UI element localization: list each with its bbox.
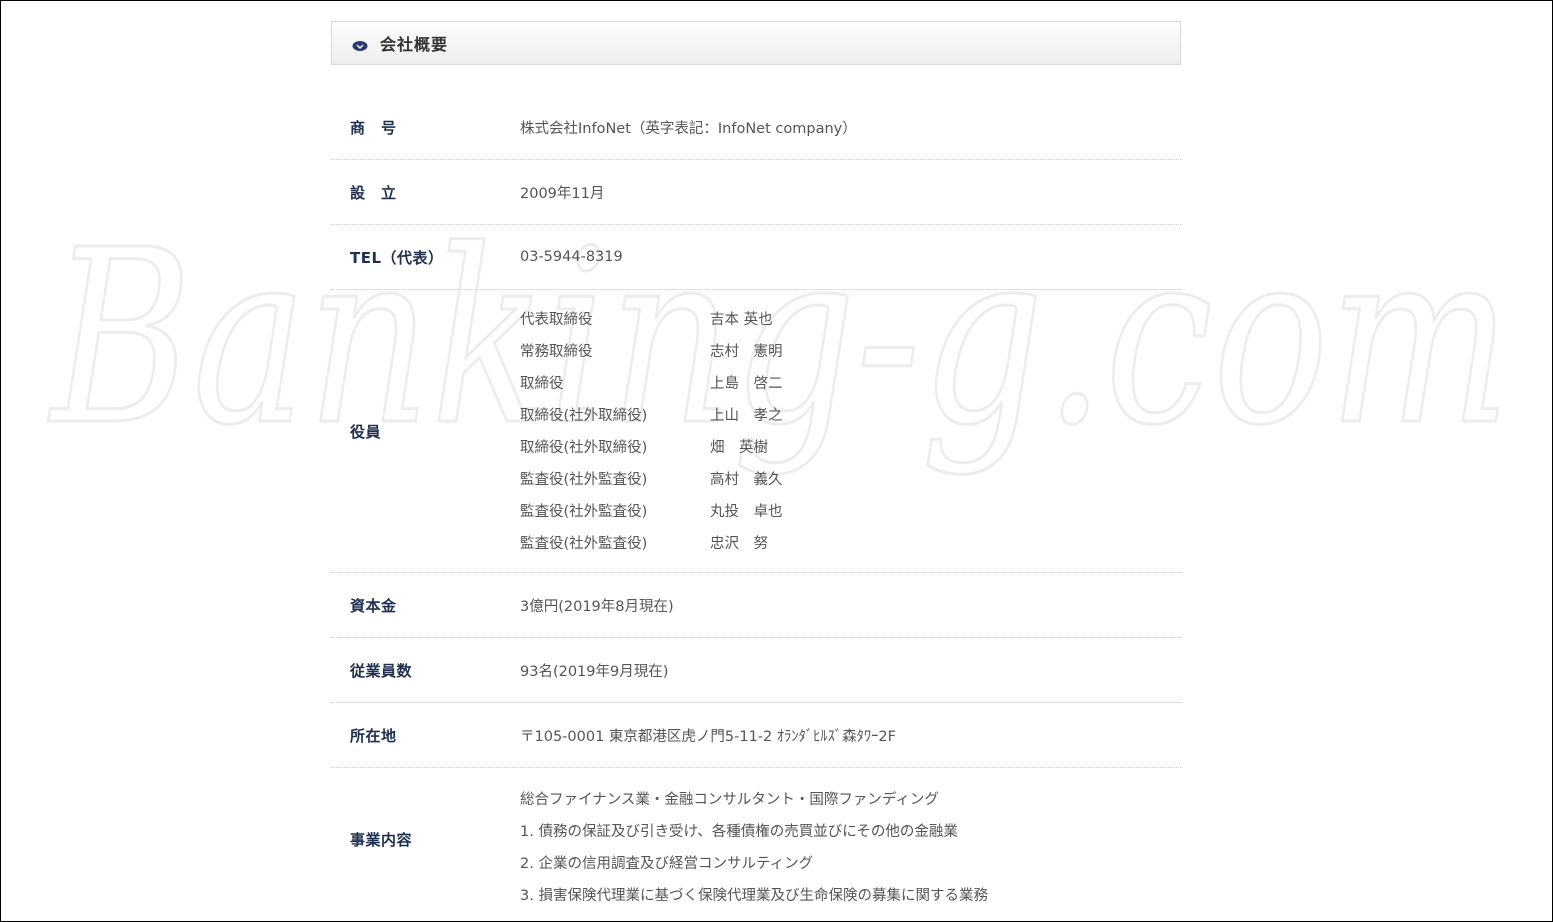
officer-title: 監査役(社外監査役) [520, 535, 648, 552]
officer-name: 忠沢 努 [710, 535, 768, 552]
row-value: 株式会社InfoNet（英字表記：InfoNet company） [520, 120, 857, 137]
company-profile: 会社概要 商 号 株式会社InfoNet（英字表記：InfoNet compan… [331, 21, 1181, 910]
row-value: 〒105-0001 東京都港区虎ノ門5-11-2 ｵﾗﾝﾀﾞﾋﾙｽﾞ森ﾀﾜｰ2F [520, 728, 896, 745]
officer-name: 高村 義久 [710, 471, 783, 488]
table-row-name: 商 号 株式会社InfoNet（英字表記：InfoNet company） [331, 95, 1181, 160]
row-value: 03-5944-8319 [520, 249, 623, 265]
chevron-down-badge-icon [352, 37, 368, 51]
officer-item: 取締役(社外取締役) 上山 孝之 [520, 398, 783, 430]
officer-name: 上山 孝之 [710, 407, 783, 424]
officer-title: 取締役(社外取締役) [520, 439, 648, 456]
officer-item: 常務取締役 志村 憲明 [520, 334, 783, 366]
table-row-address: 所在地 〒105-0001 東京都港区虎ノ門5-11-2 ｵﾗﾝﾀﾞﾋﾙｽﾞ森ﾀ… [331, 703, 1181, 768]
officer-name: 上島 啓二 [710, 375, 783, 392]
officer-name: 丸投 卓也 [710, 503, 783, 520]
table-row-tel: TEL（代表） 03-5944-8319 [331, 225, 1181, 290]
row-value: 2009年11月 [520, 185, 605, 202]
officer-name: 吉本 英也 [710, 311, 773, 328]
officer-title: 監査役(社外監査役) [520, 471, 648, 488]
row-label: TEL（代表） [350, 248, 444, 267]
business-item: 2. 企業の信用調査及び経営コンサルティング [520, 855, 814, 872]
officer-title: 代表取締役 [520, 311, 593, 328]
section-title: 会社概要 [380, 35, 449, 54]
business-item: 3. 損害保険代理業に基づく保険代理業及び生命保険の募集に関する業務 [520, 887, 988, 904]
row-label: 所在地 [350, 726, 397, 745]
officer-item: 監査役(社外監査役) 丸投 卓也 [520, 494, 783, 526]
table-row-capital: 資本金 3億円(2019年8月現在) [331, 573, 1181, 638]
officer-title: 取締役 [520, 375, 564, 392]
business-item: 1. 債務の保証及び引き受け、各種債権の売買並びにその他の金融業 [520, 823, 958, 840]
officer-name: 志村 憲明 [710, 343, 783, 360]
officer-list: 代表取締役 吉本 英也 常務取締役 志村 憲明 取締役 上島 啓二 取締役(社外取締役… [520, 290, 783, 572]
row-value: 3億円(2019年8月現在) [520, 598, 674, 615]
officer-name: 畑 英樹 [710, 439, 768, 456]
table-row-officers: 役員 代表取締役 吉本 英也 常務取締役 志村 憲明 取締役 上島 啓二 取締役(社外… [331, 290, 1181, 573]
info-table: 商 号 株式会社InfoNet（英字表記：InfoNet company） 設 … [331, 95, 1181, 910]
row-label: 事業内容 [350, 830, 413, 849]
officer-title: 監査役(社外監査役) [520, 503, 648, 520]
business-list: 総合ファイナンス業・金融コンサルタント・国際ファンディング 1. 債務の保証及び… [520, 768, 988, 910]
row-label: 設 立 [350, 183, 397, 202]
table-row-business: 事業内容 総合ファイナンス業・金融コンサルタント・国際ファンディング 1. 債務… [331, 768, 1181, 910]
officer-item: 取締役 上島 啓二 [520, 366, 783, 398]
row-label: 資本金 [350, 596, 397, 615]
officer-title: 常務取締役 [520, 343, 593, 360]
officer-item: 取締役(社外取締役) 畑 英樹 [520, 430, 783, 462]
row-label: 役員 [350, 422, 382, 441]
officer-item: 代表取締役 吉本 英也 [520, 302, 783, 334]
row-label: 従業員数 [350, 661, 413, 680]
section-header: 会社概要 [331, 21, 1181, 65]
officer-item: 監査役(社外監査役) 忠沢 努 [520, 526, 783, 558]
row-value: 93名(2019年9月現在) [520, 663, 669, 680]
table-row-established: 設 立 2009年11月 [331, 160, 1181, 225]
officer-title: 取締役(社外取締役) [520, 407, 648, 424]
business-item: 総合ファイナンス業・金融コンサルタント・国際ファンディング [520, 791, 939, 808]
officer-item: 監査役(社外監査役) 高村 義久 [520, 462, 783, 494]
table-row-employees: 従業員数 93名(2019年9月現在) [331, 638, 1181, 703]
row-label: 商 号 [350, 118, 397, 137]
